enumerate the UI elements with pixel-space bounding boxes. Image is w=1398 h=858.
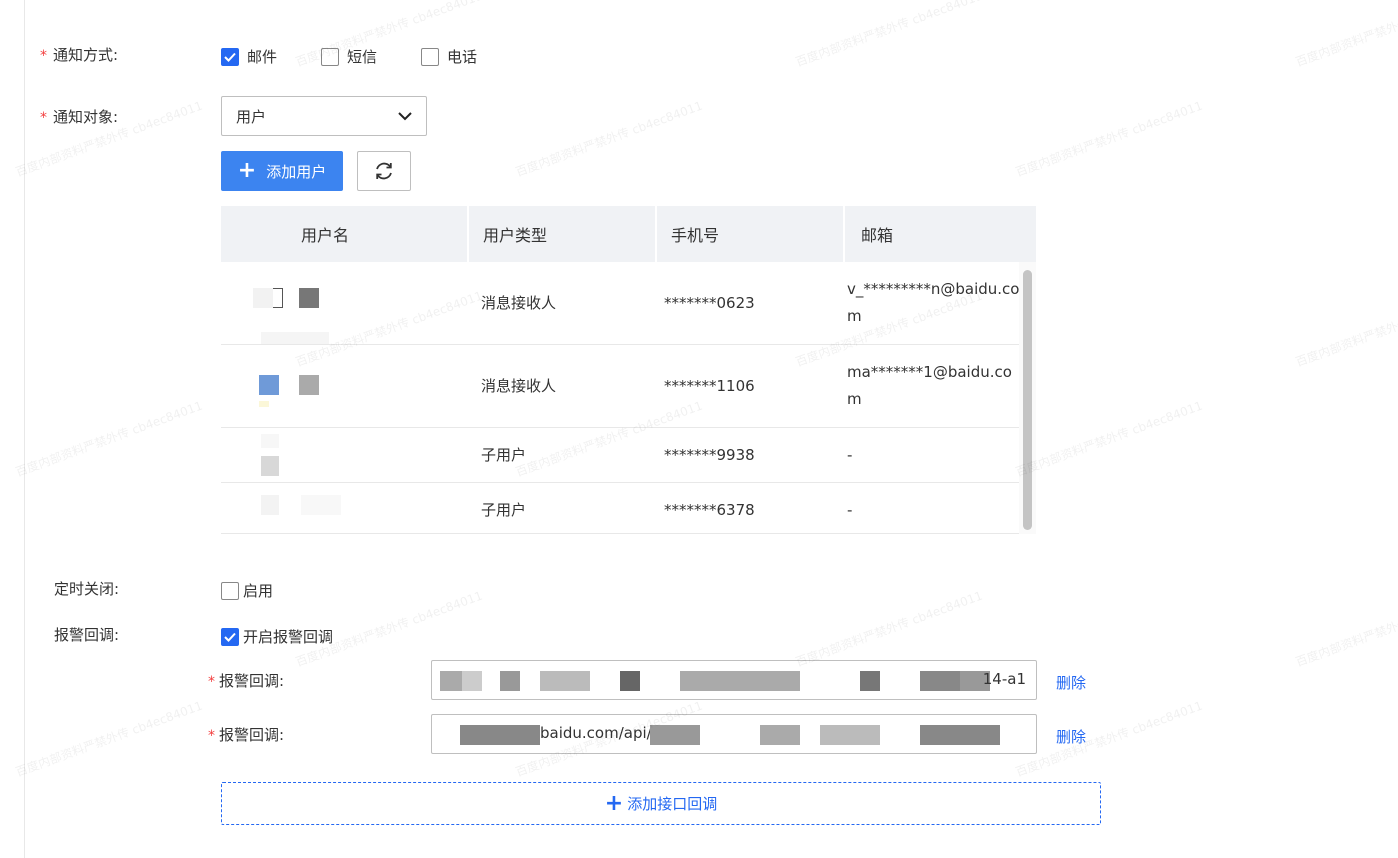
checkbox-enable-scheduled-close[interactable]: 启用 [221,580,273,601]
scheduled-close-label: 定时关闭: [54,580,120,598]
table-row[interactable]: 消息接收人 *******1106 ma*******1@baidu.com [221,345,1021,428]
required-mark: * [208,674,215,690]
cell-phone: *******0623 [664,293,755,312]
refresh-button[interactable] [357,151,411,191]
watermark: 百度内部资料严禁外传 cb4ec84011 [13,698,205,780]
checkbox-sms[interactable]: 短信 [321,46,377,67]
watermark: 百度内部资料严禁外传 cb4ec84011 [1293,289,1398,370]
col-header-usertype: 用户类型 [469,206,657,262]
checkbox-phone[interactable]: 电话 [421,46,477,67]
watermark: 百度内部资料严禁外传 cb4ec84011 [793,0,985,70]
delete-callback-button[interactable]: 删除 [1056,726,1086,747]
checkbox-label: 开启报警回调 [243,628,334,646]
plus-icon: + [237,158,257,183]
select-value: 用户 [236,107,267,126]
checkbox-unchecked-icon [421,47,439,66]
watermark: 百度内部资料严禁外传 cb4ec84011 [793,588,985,670]
callback-entry-label: * 报警回调: [208,726,285,744]
checkbox-label: 电话 [447,48,478,66]
notify-target-select[interactable]: 用户 [221,96,427,136]
callback-url-input[interactable]: baidu.com/api/ [431,714,1037,754]
cell-username-blurred [221,428,469,482]
table-body: 消息接收人 *******0623 v_*********n@baidu.com… [221,262,1036,534]
cell-username-blurred [221,345,469,427]
col-header-username: 用户名 [221,206,469,262]
watermark: 百度内部资料严禁外传 cb4ec84011 [13,398,205,480]
cell-username-blurred [221,483,469,534]
table-row[interactable]: 子用户 *******9938 - [221,428,1021,483]
cell-usertype: 子用户 [481,500,527,519]
add-callback-button[interactable]: + 添加接口回调 [221,782,1101,825]
checkbox-unchecked-icon [321,47,339,66]
col-header-email: 邮箱 [845,206,1036,262]
cell-usertype: 消息接收人 [481,376,557,395]
add-callback-label: 添加接口回调 [627,795,718,813]
callback-url-value: 14-a1 [982,670,1026,688]
watermark: 百度内部资料严禁外传 cb4ec84011 [1293,589,1398,670]
left-divider [24,0,25,858]
required-mark: * [208,728,215,744]
cell-email: ma*******1@baidu.com [847,363,1012,408]
callback-entry-label: * 报警回调: [208,672,285,690]
col-header-phone: 手机号 [657,206,845,262]
checkbox-enable-alarm-callback[interactable]: 开启报警回调 [221,626,333,647]
callback-url-input[interactable]: 14-a1 [431,660,1037,700]
checkbox-label: 启用 [243,582,274,600]
delete-callback-button[interactable]: 删除 [1056,672,1086,693]
refresh-icon [376,162,392,180]
chevron-down-icon [398,111,412,120]
watermark: 百度内部资料严禁外传 cb4ec84011 [1293,0,1398,70]
cell-phone: *******9938 [664,445,755,464]
notify-target-label: * 通知对象: [40,108,119,126]
cell-phone: *******6378 [664,500,755,519]
cell-email: - [847,500,853,519]
table-scrollbar-thumb[interactable] [1023,270,1032,530]
callback-url-value: baidu.com/api/ [540,724,652,742]
checkbox-email[interactable]: 邮件 [221,46,277,67]
add-user-label: 添加用户 [266,162,327,181]
table-row[interactable]: 子用户 *******6378 - [221,483,1021,534]
checkbox-label: 邮件 [247,48,278,66]
checkbox-checked-icon [221,47,239,66]
cell-usertype: 子用户 [481,445,527,464]
watermark: 百度内部资料严禁外传 cb4ec84011 [513,98,705,180]
user-table: 用户名 用户类型 手机号 邮箱 消息接收人 *******0623 v_****… [221,206,1036,534]
required-mark: * [40,48,47,64]
watermark: 百度内部资料严禁外传 cb4ec84011 [1013,98,1205,180]
alarm-callback-label: 报警回调: [54,626,120,644]
required-mark: * [40,110,47,126]
checkbox-checked-icon [221,627,239,646]
table-header: 用户名 用户类型 手机号 邮箱 [221,206,1036,262]
notify-method-label: * 通知方式: [40,46,119,64]
table-row[interactable]: 消息接收人 *******0623 v_*********n@baidu.com [221,262,1021,345]
plus-icon: + [604,790,624,816]
checkbox-unchecked-icon [221,581,239,600]
cell-username-blurred [221,262,469,344]
cell-phone: *******1106 [664,376,755,395]
add-user-button[interactable]: + 添加用户 [221,151,343,191]
watermark: 百度内部资料严禁外传 cb4ec84011 [1013,698,1205,780]
cell-email: v_*********n@baidu.com [847,280,1020,325]
watermark: 百度内部资料严禁外传 cb4ec84011 [1013,398,1205,480]
checkbox-label: 短信 [347,48,378,66]
cell-email: - [847,445,853,464]
cell-usertype: 消息接收人 [481,293,557,312]
